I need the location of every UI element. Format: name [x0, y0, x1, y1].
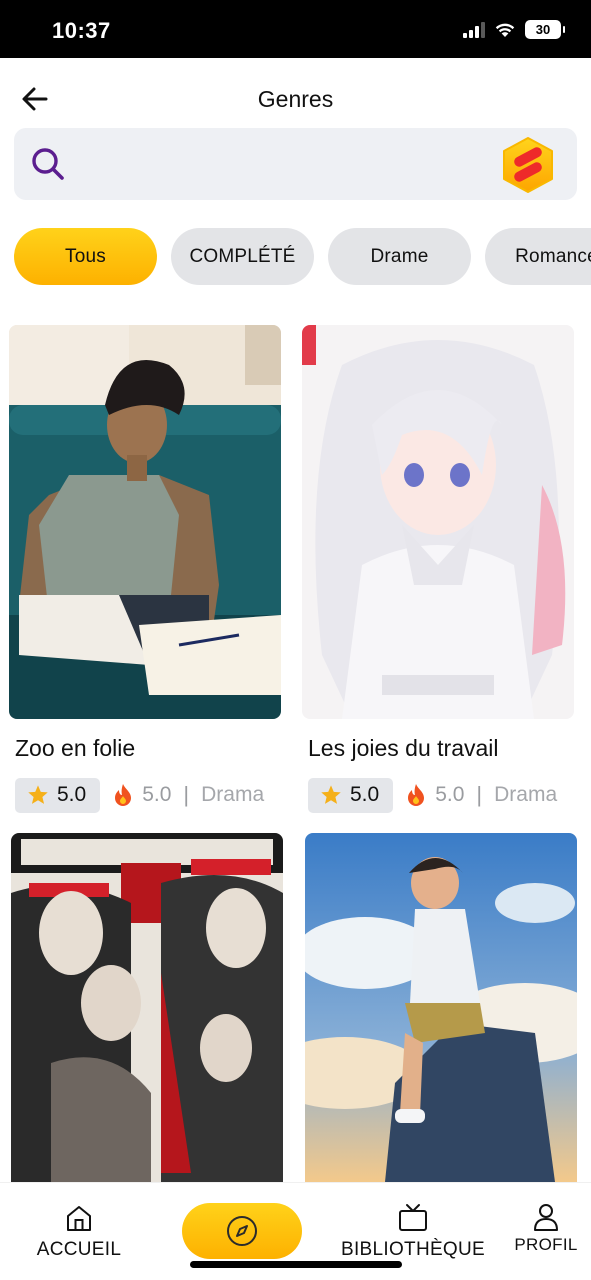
chip-drame[interactable]: Drame: [328, 228, 471, 285]
chip-tous[interactable]: Tous: [14, 228, 157, 285]
nav-library[interactable]: BIBLIOTHÈQUE: [338, 1203, 488, 1261]
status-bar: 10:37 30: [0, 0, 591, 58]
nav-home[interactable]: ACCUEIL: [30, 1203, 128, 1261]
home-indicator[interactable]: [190, 1261, 402, 1268]
nav-discover-button[interactable]: [182, 1203, 302, 1259]
search-icon: [32, 148, 64, 180]
genre-filter-chips: Tous COMPLÉTÉ Drame Romance: [14, 228, 591, 286]
user-icon: [534, 1204, 558, 1231]
nav-profile[interactable]: PROFIL: [510, 1203, 582, 1255]
cover-image-warriors[interactable]: [11, 833, 283, 1182]
tv-icon: [399, 1204, 427, 1231]
cover-image-boy-on-rock[interactable]: [305, 833, 577, 1182]
rating-value: 5.0: [57, 783, 87, 806]
star-icon: [321, 785, 341, 804]
comic-title: Les joies du travail: [308, 735, 499, 761]
fire-icon: [115, 784, 132, 806]
comic-meta: 5.0 5.0 | Drama: [308, 777, 557, 813]
battery-indicator: 30: [525, 20, 565, 39]
chip-romance[interactable]: Romance: [485, 228, 591, 285]
rating-badge: 5.0: [15, 777, 101, 813]
separator: |: [183, 782, 190, 807]
chip-complete[interactable]: COMPLÉTÉ: [171, 228, 314, 285]
nav-library-label: BIBLIOTHÈQUE: [340, 1239, 486, 1260]
star-icon: [28, 785, 48, 804]
genre-label: Drama: [494, 783, 558, 806]
cover-image-white-haired-girl[interactable]: [302, 325, 574, 719]
home-icon: [67, 1206, 91, 1231]
nav-home-label: ACCUEIL: [36, 1239, 122, 1260]
comic-title: Zoo en folie: [15, 735, 136, 761]
comic-meta: 5.0 5.0 | Drama: [15, 777, 264, 813]
cellular-signal-icon: [463, 21, 485, 38]
hot-value: 5.0: [142, 783, 172, 806]
hot-value: 5.0: [435, 783, 465, 806]
rating-value: 5.0: [350, 783, 380, 806]
rating-badge: 5.0: [308, 777, 394, 813]
search-bar[interactable]: [14, 128, 577, 200]
separator: |: [476, 782, 483, 807]
nav-profile-label: PROFIL: [514, 1235, 578, 1254]
fire-icon: [408, 784, 425, 806]
genre-label: Drama: [201, 783, 265, 806]
compass-icon: [227, 1216, 257, 1246]
status-icons: 30: [463, 20, 565, 39]
page-title: Genres: [257, 86, 334, 112]
wifi-icon: [495, 23, 515, 37]
search-input[interactable]: [78, 144, 478, 184]
app-logo-icon: [503, 137, 553, 193]
cover-image-man-on-sofa[interactable]: [9, 325, 281, 719]
header: Genres: [0, 58, 591, 128]
status-time: 10:37: [52, 18, 111, 43]
